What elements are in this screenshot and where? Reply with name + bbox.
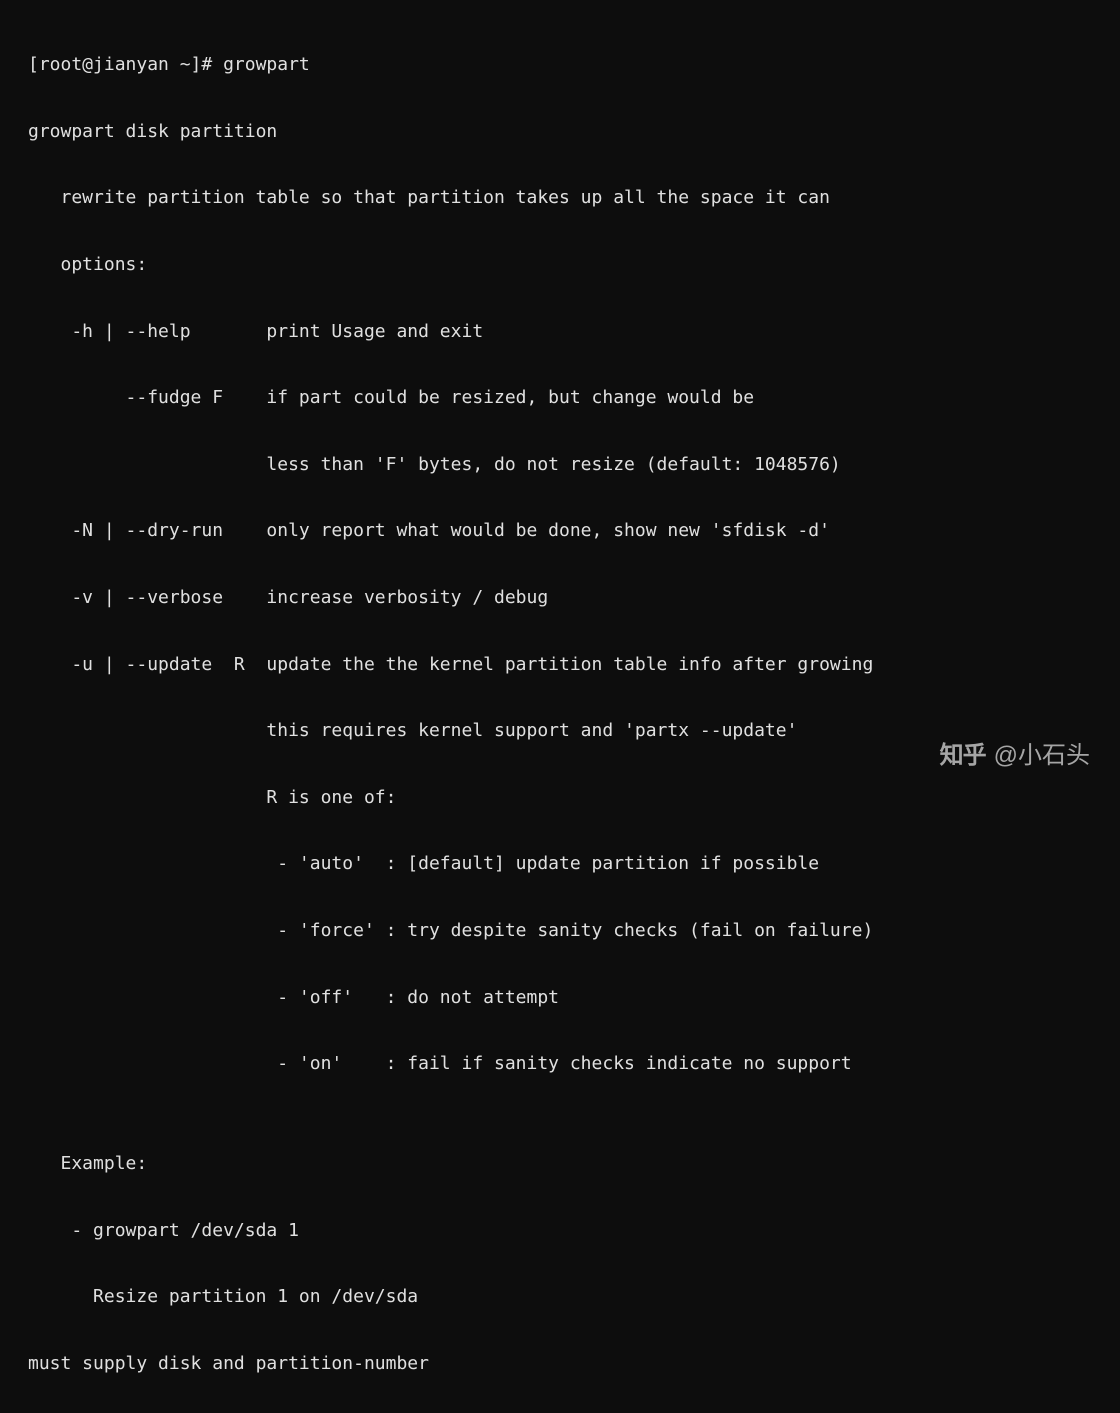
option-update-line2: this requires kernel support and 'partx … (28, 714, 1092, 747)
watermark-username: @小石头 (994, 734, 1090, 778)
option-r-on: - 'on' : fail if sanity checks indicate … (28, 1047, 1092, 1080)
example-description: Resize partition 1 on /dev/sda (28, 1280, 1092, 1313)
watermark: 知乎 @小石头 (940, 734, 1090, 778)
options-label: options: (28, 248, 1092, 281)
option-update-line3: R is one of: (28, 781, 1092, 814)
error-message: must supply disk and partition-number (28, 1347, 1092, 1380)
option-verbose: -v | --verbose increase verbosity / debu… (28, 581, 1092, 614)
usage-line: growpart disk partition (28, 115, 1092, 148)
option-fudge-line2: less than 'F' bytes, do not resize (defa… (28, 448, 1092, 481)
option-help: -h | --help print Usage and exit (28, 315, 1092, 348)
zhihu-logo-icon: 知乎 (940, 734, 986, 778)
option-dryrun: -N | --dry-run only report what would be… (28, 514, 1092, 547)
option-update-line1: -u | --update R update the the kernel pa… (28, 648, 1092, 681)
example-command: - growpart /dev/sda 1 (28, 1214, 1092, 1247)
option-fudge-line1: --fudge F if part could be resized, but … (28, 381, 1092, 414)
option-r-force: - 'force' : try despite sanity checks (f… (28, 914, 1092, 947)
option-r-off: - 'off' : do not attempt (28, 981, 1092, 1014)
terminal-output[interactable]: [root@jianyan ~]# growpart growpart disk… (28, 15, 1092, 1413)
option-r-auto: - 'auto' : [default] update partition if… (28, 847, 1092, 880)
command-prompt-line: [root@jianyan ~]# growpart (28, 48, 1092, 81)
example-label: Example: (28, 1147, 1092, 1180)
description-line: rewrite partition table so that partitio… (28, 181, 1092, 214)
